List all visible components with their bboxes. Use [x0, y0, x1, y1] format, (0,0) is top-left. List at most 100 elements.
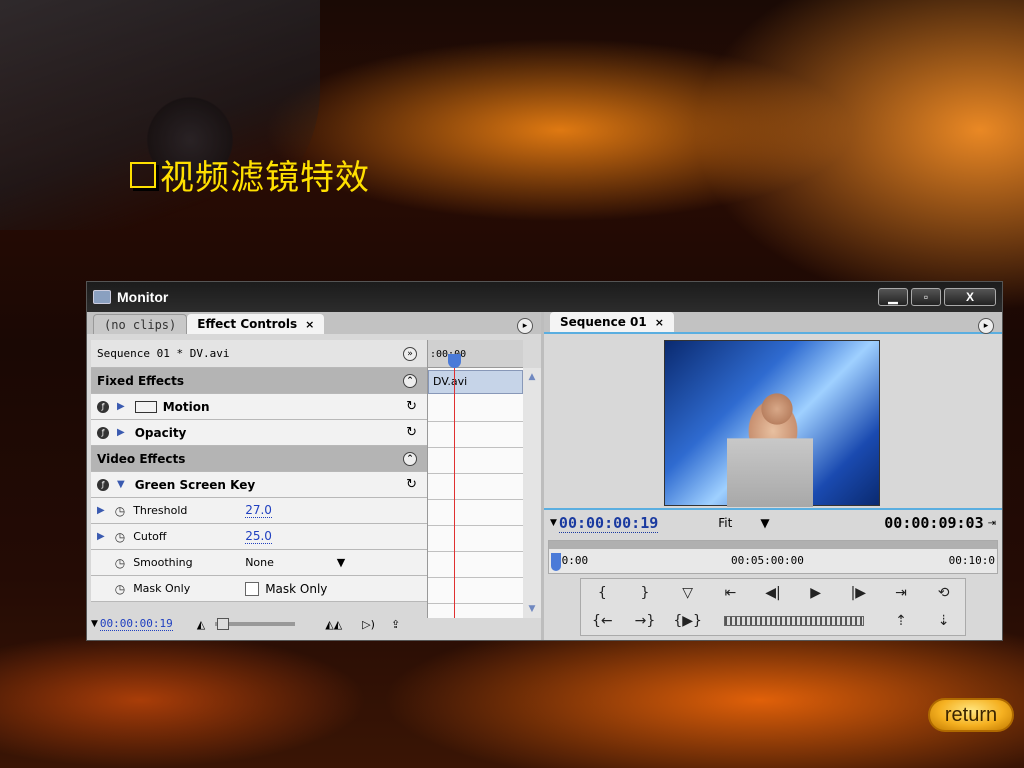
reset-icon[interactable]: ↻ [406, 399, 417, 414]
monitor-app-icon [93, 290, 111, 304]
sequence-time-ruler[interactable]: 00:00 00:05:00:00 00:10:0 [548, 540, 998, 574]
cutoff-value[interactable]: 25.0 [245, 529, 272, 544]
collapse-icon[interactable]: ⌃ [403, 451, 417, 466]
ruler-viewport-bar[interactable] [549, 541, 997, 549]
effect-list: Sequence 01 * DV.avi » Fixed Effects ⌃ ƒ… [91, 340, 427, 602]
zoom-in-icon[interactable]: ◭◭ [325, 618, 342, 631]
fixed-effects-header: Fixed Effects ⌃ [91, 368, 427, 394]
zoom-select[interactable]: Fit ▼ [718, 516, 769, 530]
effect-timeline[interactable]: :00:00 DV.avi [427, 340, 523, 618]
close-button[interactable]: X [944, 288, 996, 306]
collapse-triangle-icon[interactable]: ▼ [117, 479, 125, 490]
set-out-point-icon[interactable]: } [641, 585, 650, 601]
close-tab-icon[interactable]: × [305, 318, 314, 331]
go-to-in-point-icon[interactable]: ⇤ [724, 585, 736, 601]
right-tab-bar: Sequence 01 × ▸ [544, 312, 1002, 334]
tab-effect-controls[interactable]: Effect Controls × [187, 314, 325, 334]
reset-icon[interactable]: ↻ [406, 477, 417, 492]
play-audio-icon[interactable]: ▷) [362, 618, 375, 631]
zoom-slider[interactable] [215, 618, 296, 630]
expand-triangle-icon[interactable]: ▶ [117, 401, 125, 412]
expand-triangle-icon[interactable]: ▶ [97, 531, 105, 542]
transport-controls: { } ▽ ⇤ ◀| ▶ |▶ ⇥ ⟲ {← →} {▶} ⇡ ⇣ [580, 578, 966, 636]
timecode-triangle-icon: ▼ [550, 518, 557, 528]
expand-triangle-icon[interactable]: ▶ [97, 505, 105, 516]
stopwatch-icon[interactable]: ◷ [115, 556, 125, 570]
monitor-window: Monitor ▁ ▫ X (no clips) Effect Controls… [86, 281, 1003, 641]
loop-icon[interactable]: ⟲ [938, 585, 950, 601]
motion-transform-icon[interactable] [134, 400, 157, 413]
current-time-display[interactable]: 00:00:00:19 [99, 617, 173, 631]
effect-controls-pane: (no clips) Effect Controls × ▸ Sequence … [87, 312, 544, 640]
presenter-figure [727, 381, 813, 507]
scroll-down-icon[interactable]: ▼ [523, 604, 541, 614]
timeline-ruler[interactable]: :00:00 [428, 340, 523, 368]
reset-icon[interactable]: ↻ [406, 425, 417, 440]
sequence-monitor-pane: Sequence 01 × ▸ ▼ 00:00:00:19 Fit ▼ 00:0… [544, 312, 1002, 640]
effect-row-opacity[interactable]: ƒ ▶ Opacity ↻ [91, 420, 427, 446]
effect-row-green-screen-key[interactable]: ƒ ▼ Green Screen Key ↻ [91, 472, 427, 498]
threshold-value[interactable]: 27.0 [245, 503, 272, 518]
property-row-smoothing: ▶ ◷ Smoothing None ▼ [91, 550, 427, 576]
zoom-out-icon[interactable]: ◭ [197, 618, 205, 631]
smoothing-select[interactable]: None ▼ [245, 556, 345, 569]
chevron-down-icon: ▼ [336, 556, 346, 569]
tab-no-clips[interactable]: (no clips) [93, 314, 188, 334]
mask-only-checkbox[interactable] [245, 581, 260, 596]
timecode-triangle-icon: ▼ [91, 619, 98, 629]
duration-timecode: 00:00:09:03 [884, 514, 984, 532]
go-to-in-icon[interactable]: {← [592, 613, 613, 629]
chevron-down-icon: ▼ [760, 516, 770, 530]
timeline-clip[interactable]: DV.avi [428, 370, 523, 394]
monitor-timecode-bar: ▼ 00:00:00:19 Fit ▼ 00:00:09:03 ⇥ [544, 508, 1002, 536]
collapse-icon[interactable]: ⌃ [403, 373, 417, 388]
window-titlebar[interactable]: Monitor ▁ ▫ X [87, 282, 1002, 312]
slide-title: 视频滤镜特效 [130, 150, 370, 199]
play-icon[interactable]: ▶ [810, 585, 821, 601]
maximize-button[interactable]: ▫ [911, 288, 941, 306]
stopwatch-icon[interactable]: ◷ [115, 582, 125, 596]
go-to-out-point-icon[interactable]: ⇥ [895, 585, 907, 601]
duration-icon: ⇥ [987, 517, 996, 529]
duration-area: 00:00:09:03 ⇥ [884, 514, 996, 532]
window-controls: ▁ ▫ X [878, 288, 996, 306]
jog-shuttle[interactable] [724, 616, 865, 626]
effect-row-motion[interactable]: ƒ ▶ Motion ↻ [91, 394, 427, 420]
go-to-out-icon[interactable]: →} [635, 613, 656, 629]
show-timeline-icon[interactable]: » [403, 346, 417, 361]
property-row-cutoff: ▶ ◷ Cutoff 25.0 [91, 524, 427, 550]
vertical-scrollbar[interactable]: ▲ ▼ [523, 368, 541, 618]
fx-toggle-icon[interactable]: ƒ [97, 478, 109, 491]
video-effects-header: Video Effects ⌃ [91, 446, 427, 472]
panel-menu-icon[interactable]: ▸ [978, 318, 994, 334]
checkbox-bullet-icon [130, 161, 156, 188]
playhead-handle[interactable] [551, 553, 561, 571]
minimize-button[interactable]: ▁ [878, 288, 908, 306]
playhead-timecode[interactable]: 00:00:00:19 [558, 514, 659, 533]
playhead-line [454, 354, 455, 618]
step-back-icon[interactable]: ◀| [765, 585, 780, 601]
stopwatch-icon[interactable]: ◷ [115, 504, 125, 518]
play-in-to-out-icon[interactable]: {▶} [673, 613, 702, 629]
sequence-clip-row: Sequence 01 * DV.avi » [91, 340, 427, 368]
set-in-point-icon[interactable]: { [598, 585, 607, 601]
lift-icon[interactable]: ⇡ [895, 613, 907, 629]
left-tab-bar: (no clips) Effect Controls × ▸ [87, 312, 541, 334]
tab-sequence-01[interactable]: Sequence 01 × [550, 312, 674, 332]
scroll-up-icon[interactable]: ▲ [523, 372, 541, 382]
set-marker-icon[interactable]: ▽ [682, 585, 693, 601]
step-forward-icon[interactable]: |▶ [851, 585, 866, 601]
fx-toggle-icon[interactable]: ƒ [97, 400, 109, 413]
panel-menu-icon[interactable]: ▸ [517, 318, 533, 334]
playhead-handle[interactable] [448, 354, 461, 368]
slide-title-text: 视频滤镜特效 [160, 158, 370, 198]
stopwatch-icon[interactable]: ◷ [115, 530, 125, 544]
property-row-mask-only: ▶ ◷ Mask Only Mask Only [91, 576, 427, 602]
export-icon[interactable]: ⇪ [391, 618, 400, 631]
extract-icon[interactable]: ⇣ [938, 613, 950, 629]
expand-triangle-icon[interactable]: ▶ [117, 427, 125, 438]
video-preview [664, 340, 880, 507]
return-button[interactable]: return [928, 698, 1014, 732]
close-tab-icon[interactable]: × [655, 316, 664, 329]
fx-toggle-icon[interactable]: ƒ [97, 426, 109, 439]
